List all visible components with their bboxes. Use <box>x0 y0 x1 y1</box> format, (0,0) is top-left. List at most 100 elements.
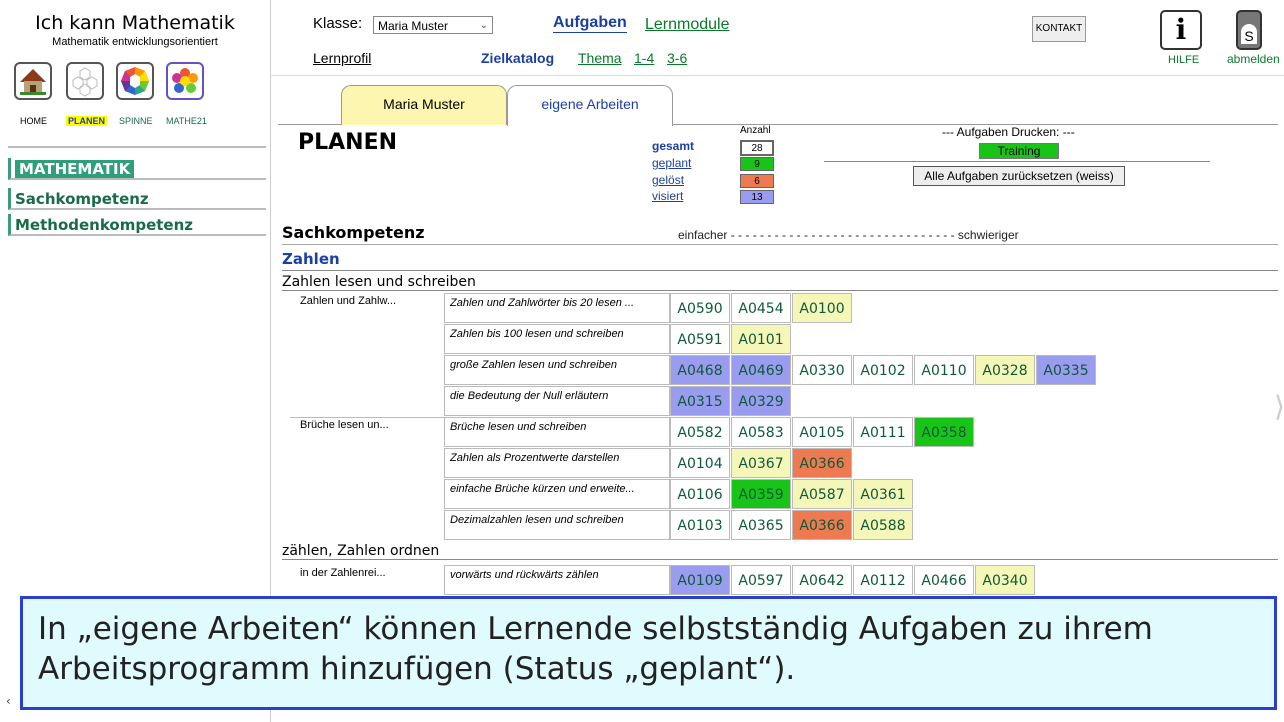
goal-label: Brüche lesen und schreiben <box>444 417 670 447</box>
kontakt-button[interactable]: KONTAKT <box>1032 16 1086 42</box>
task-cell[interactable]: A0359 <box>731 479 791 509</box>
task-cell[interactable]: A0315 <box>670 386 730 416</box>
honeycomb-icon[interactable] <box>66 62 104 100</box>
task-cell[interactable]: A0468 <box>670 355 730 385</box>
section-title: Sachkompetenz <box>282 223 425 242</box>
task-cell[interactable]: A0591 <box>670 324 730 354</box>
scroll-right-hint-icon: ⟩ <box>1274 390 1284 423</box>
aufgaben-link[interactable]: Aufgaben <box>553 14 627 33</box>
topic-label: Zahlen und Zahlw... <box>300 295 397 307</box>
header <box>270 0 1284 76</box>
chevron-down-icon: ⌄ <box>479 20 488 31</box>
sidebar-item-label: MATHEMATIK <box>15 160 135 178</box>
task-cell[interactable]: A0111 <box>853 417 913 447</box>
stat-value-gesamt: 28 <box>740 140 774 156</box>
topic-label: Brüche lesen un... <box>300 419 389 431</box>
range-1-4-link[interactable]: 1-4 <box>634 50 654 67</box>
stat-value-geloest: 6 <box>740 174 774 188</box>
task-cell[interactable]: A0583 <box>731 417 791 447</box>
subsection-divider <box>282 270 1278 271</box>
task-cell[interactable]: A0103 <box>670 510 730 540</box>
stat-label-geloest[interactable]: gelöst <box>652 173 684 187</box>
tab-maria-muster[interactable]: Maria Muster <box>341 85 507 125</box>
info-glyph: i <box>1175 13 1187 46</box>
stat-label-geplant[interactable]: geplant <box>652 156 691 170</box>
task-cell[interactable]: A0587 <box>792 479 852 509</box>
klasse-select[interactable]: Maria Muster ⌄ <box>373 16 493 34</box>
nav-label-spinne[interactable]: SPINNE <box>119 116 153 126</box>
user-initial: S <box>1241 24 1257 44</box>
lernmodule-link[interactable]: Lernmodule <box>645 14 730 34</box>
tab-eigene-arbeiten[interactable]: eigene Arbeiten <box>507 85 673 126</box>
goal-label: große Zahlen lesen und schreiben <box>444 355 670 385</box>
topic-label: in der Zahlenrei... <box>300 567 386 579</box>
thema-link[interactable]: Thema <box>578 50 622 67</box>
klasse-label: Klasse: <box>313 15 363 32</box>
task-cell[interactable]: A0109 <box>670 565 730 595</box>
task-cell[interactable]: A0104 <box>670 448 730 478</box>
thema-label: Thema <box>578 50 622 66</box>
info-icon[interactable]: i <box>1160 10 1202 50</box>
nav-label-mathe21[interactable]: MATHE21 <box>166 116 207 126</box>
task-cell[interactable]: A0328 <box>975 355 1035 385</box>
section-divider <box>282 244 1278 245</box>
goal-label: die Bedeutung der Null erläutern <box>444 386 670 416</box>
task-cell[interactable]: A0100 <box>792 293 852 323</box>
goal-label: Zahlen und Zahlwörter bis 20 lesen ... <box>444 293 670 323</box>
goal-label: Zahlen als Prozentwerte darstellen <box>444 448 670 478</box>
app-subtitle: Mathematik entwicklungsorientiert <box>52 36 218 48</box>
sidebar-item-methodenkompetenz[interactable]: Methodenkompetenz <box>8 214 266 236</box>
abmelden-link[interactable]: abmelden <box>1227 52 1280 66</box>
task-cell[interactable]: A0106 <box>670 479 730 509</box>
task-cell[interactable]: A0361 <box>853 479 913 509</box>
page-title: PLANEN <box>298 130 398 155</box>
task-cell[interactable]: A0101 <box>731 324 791 354</box>
difficulty-scale: einfacher - - - - - - - - - - - - - - - … <box>678 228 1019 242</box>
task-cell[interactable]: A0366 <box>792 448 852 478</box>
task-cell[interactable]: A0105 <box>792 417 852 447</box>
stat-label-visiert[interactable]: visiert <box>652 189 683 203</box>
subsection-title: Zahlen <box>282 250 340 268</box>
task-cell[interactable]: A0365 <box>731 510 791 540</box>
drucken-label: --- Aufgaben Drucken: --- <box>942 125 1075 139</box>
scroll-left-arrow-icon[interactable]: ‹ <box>6 694 11 708</box>
goal-label: Dezimalzahlen lesen und schreiben <box>444 510 670 540</box>
reset-button[interactable]: Alle Aufgaben zurücksetzen (weiss) <box>913 166 1125 186</box>
task-cell[interactable]: A0367 <box>731 448 791 478</box>
caption-overlay: In „eigene Arbeiten“ können Lernende sel… <box>20 596 1277 710</box>
task-cell[interactable]: A0582 <box>670 417 730 447</box>
nav-label-planen[interactable]: PLANEN <box>66 116 108 126</box>
task-cell[interactable]: A0340 <box>975 565 1035 595</box>
nav-label-home[interactable]: HOME <box>20 116 47 126</box>
task-cell[interactable]: A0642 <box>792 565 852 595</box>
task-cell[interactable]: A0110 <box>914 355 974 385</box>
lernprofil-link[interactable]: Lernprofil <box>313 50 371 66</box>
task-cell[interactable]: A0112 <box>853 565 913 595</box>
task-cell[interactable]: A0335 <box>1036 355 1096 385</box>
task-cell[interactable]: A0366 <box>792 510 852 540</box>
task-cell[interactable]: A0469 <box>731 355 791 385</box>
sidebar-item-mathematik[interactable]: MATHEMATIK <box>8 158 266 180</box>
stat-label-gesamt[interactable]: gesamt <box>652 139 694 153</box>
user-icon[interactable]: S <box>1236 10 1262 50</box>
task-cell[interactable]: A0329 <box>731 386 791 416</box>
house-icon[interactable] <box>14 62 52 100</box>
task-cell[interactable]: A0588 <box>853 510 913 540</box>
task-cell[interactable]: A0454 <box>731 293 791 323</box>
range-3-6-link[interactable]: 3-6 <box>667 50 687 67</box>
task-cell[interactable]: A0358 <box>914 417 974 447</box>
flower-icon[interactable] <box>166 62 204 100</box>
task-cell[interactable]: A0466 <box>914 565 974 595</box>
training-button[interactable]: Training <box>979 143 1059 159</box>
task-cell[interactable]: A0102 <box>853 355 913 385</box>
stat-value-visiert: 13 <box>740 190 774 204</box>
app-title: Ich kann Mathematik <box>35 12 235 34</box>
lernmodule-label: Lernmodule <box>645 16 730 33</box>
hilfe-label[interactable]: HILFE <box>1168 54 1199 66</box>
zielkatalog-label: Zielkatalog <box>481 50 555 66</box>
task-cell[interactable]: A0597 <box>731 565 791 595</box>
task-cell[interactable]: A0590 <box>670 293 730 323</box>
spider-web-icon[interactable] <box>116 62 154 100</box>
task-cell[interactable]: A0330 <box>792 355 852 385</box>
sidebar-item-sachkompetenz[interactable]: Sachkompetenz <box>8 188 266 210</box>
